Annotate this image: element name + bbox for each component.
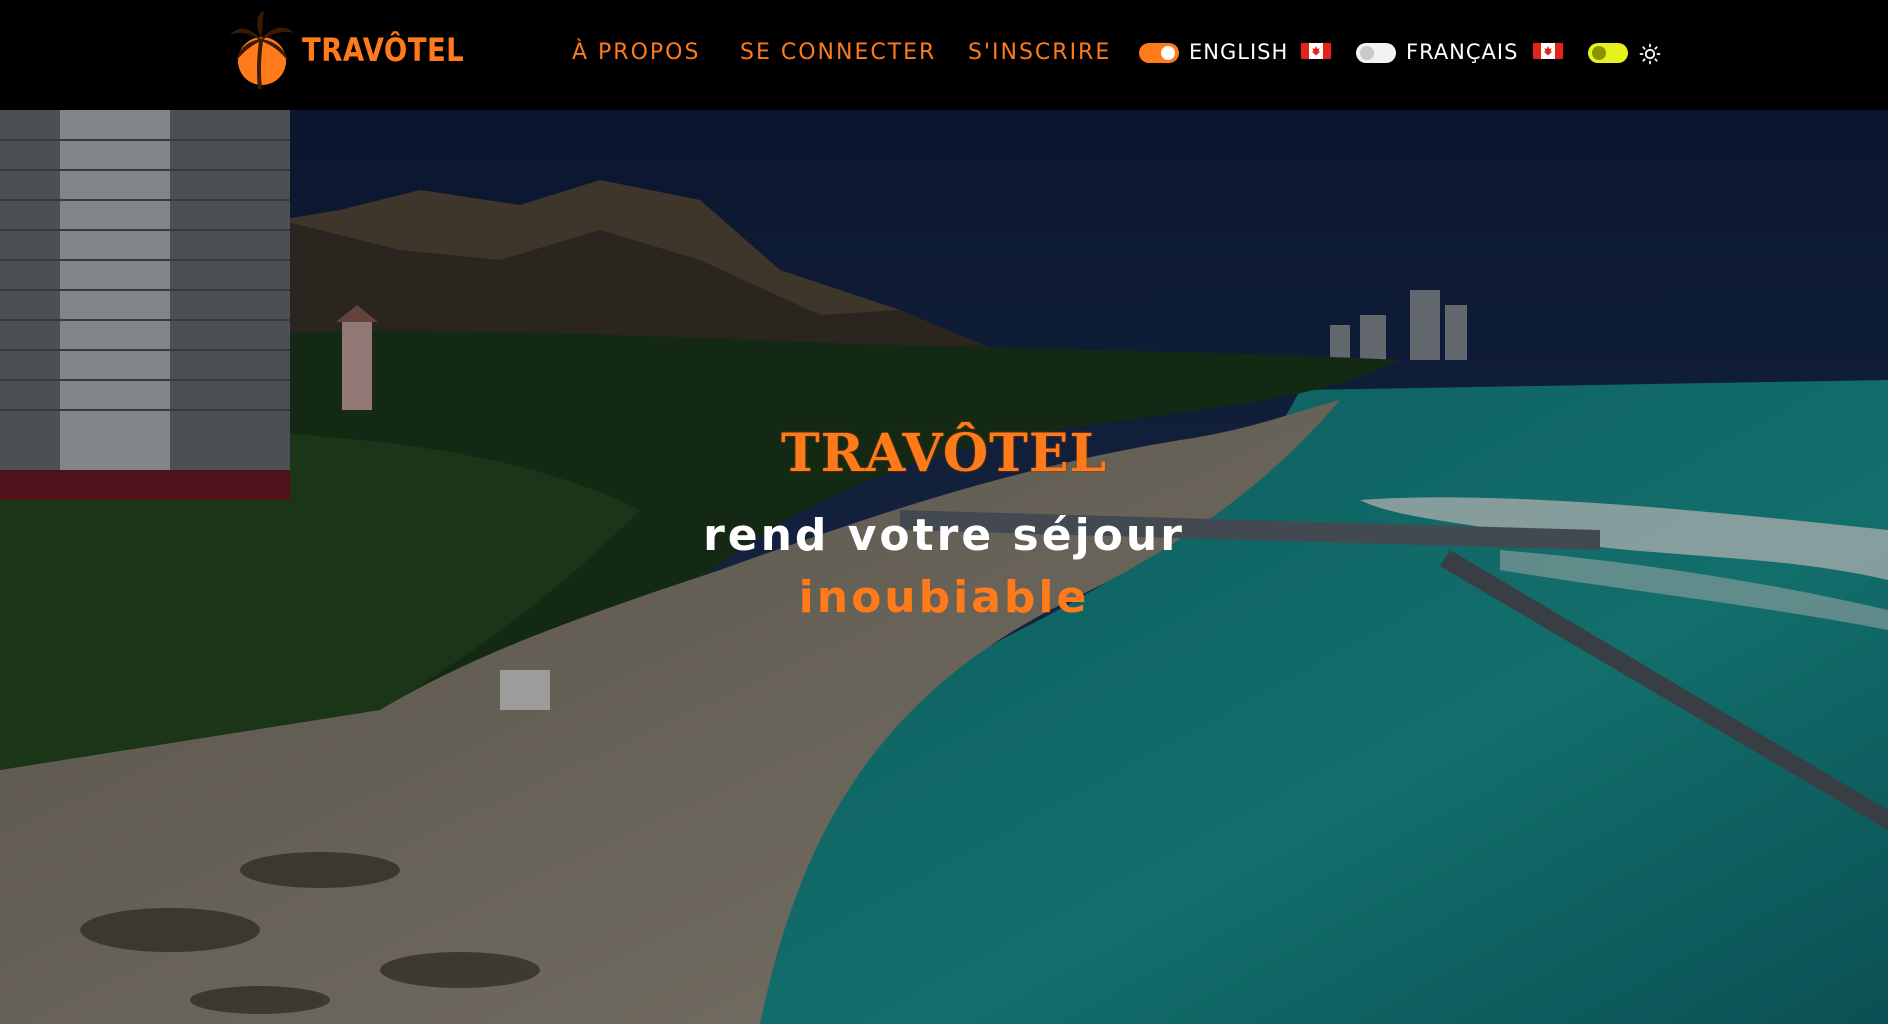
palm-tree-sun-icon [230,11,294,89]
toggle-knob [1592,46,1606,60]
hero-section: TRAVÔTEL rend votre séjour inoubiable [0,110,1888,1024]
canada-flag-icon[interactable] [1533,43,1563,59]
english-label[interactable]: ENGLISH [1189,40,1288,64]
english-toggle[interactable] [1139,43,1179,63]
top-navbar: TRAVÔTEL À PROPOS SE CONNECTER S'INSCRIR… [0,0,1888,110]
theme-toggle[interactable] [1588,43,1628,63]
hero-dark-overlay [0,110,1888,1024]
toggle-knob [1360,46,1374,60]
nav-link-signup[interactable]: S'INSCRIRE [968,40,1111,65]
nav-link-about[interactable]: À PROPOS [572,40,700,65]
french-toggle[interactable] [1356,43,1396,63]
sun-icon[interactable] [1639,43,1661,65]
nav-link-login[interactable]: SE CONNECTER [740,40,936,65]
french-label[interactable]: FRANÇAIS [1406,40,1518,64]
hero-brand-title: TRAVÔTEL [780,423,1108,484]
canada-flag-icon[interactable] [1301,43,1331,59]
toggle-knob [1161,46,1175,60]
logo-text: TRAVÔTEL [302,31,465,69]
hero-tagline-line1: rend votre séjour [703,510,1185,561]
brand-logo[interactable]: TRAVÔTEL [228,10,464,90]
hero-tagline-line2: inoubiable [798,572,1090,623]
